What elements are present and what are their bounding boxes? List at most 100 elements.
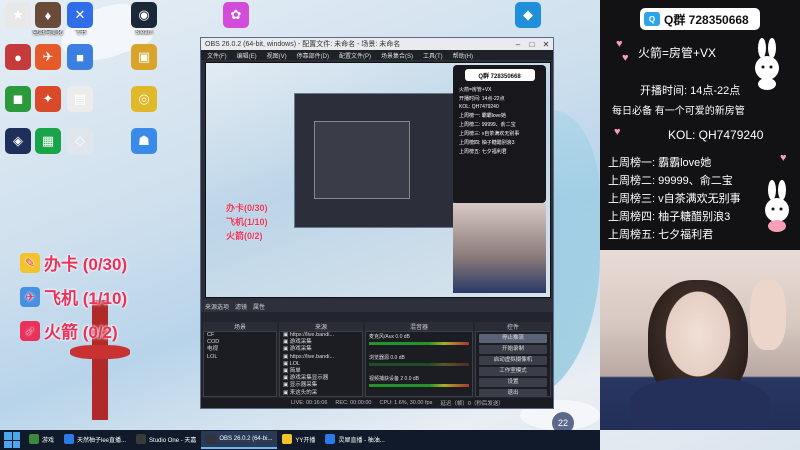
control-button[interactable]: 工作室模式 [479,367,547,376]
obs-preview[interactable]: Q群 728350668 火箭=房管+VX 开播时间: 14点-22点 KOL: Q… [205,62,551,298]
desktop-icon-steam[interactable]: ◉ Steam [116,2,172,37]
dock-tab[interactable]: 滤镜 [235,302,247,311]
obs-status-bar: LIVE: 00:16:06 REC: 00:00:00 CPU: 1.6%, 30… [201,398,553,408]
control-button[interactable]: 设置 [479,378,547,387]
steam-icon: ◉ [131,2,157,28]
desktop-icon-feishu[interactable]: ✕ 飞书 [52,2,108,37]
mixer-channel-label: 视频捕获设备 2 0.0 dB [369,376,420,382]
preview-info-line: 上周榜三: v自茶满欢无别事 [459,131,520,137]
source-item[interactable]: ▣ 游戏采集 [280,346,362,353]
qq-group-text: Q群 728350668 [664,12,749,27]
dock-tab[interactable]: 属性 [253,302,265,311]
app5-icon: ■ [67,44,93,70]
doc-icon: ▤ [67,86,93,112]
taskbar-games[interactable]: 游戏 [24,431,59,449]
obs-menu-item[interactable]: 工具(T) [423,51,443,60]
taskbar-obs[interactable]: OBS 26.0.2 (64-bi... [201,431,278,449]
desktop-icon-app6[interactable]: ◎ [116,86,172,114]
source-item[interactable]: ▣ 来这头的采 [280,390,362,396]
taskbar-live[interactable]: 灵犀直播 - 柚油... [320,431,389,449]
live-icon [325,434,336,444]
taskbar-item-label: 灵犀直播 - 柚油... [338,437,385,444]
counter-card: ✎ 办卡 (0/30) [20,250,127,275]
desktop-icon-folder[interactable]: ▣ [116,44,172,72]
desktop-icon-app9[interactable]: ☗ [116,128,172,156]
folder-icon: ▣ [131,44,157,70]
card-icon: ✎ [20,252,40,273]
preview-nested-obs-inner [314,121,410,199]
desktop-icon-doc[interactable]: ▤ [52,86,108,114]
plane-icon: ✈ [20,286,40,307]
mixer-channel[interactable]: 浏览器源 0.0 dB [366,353,472,374]
games-icon [29,434,39,444]
obs-menu-item[interactable]: 配置文件(P) [339,51,371,60]
obs-menu-item[interactable]: 停靠部件(D) [297,51,329,60]
preview-webcam [453,203,546,293]
taskbar-yy[interactable]: YY开播 [277,431,320,449]
heart-icon: ♥ [780,152,787,164]
control-button[interactable]: 停止推流 [479,334,547,343]
obs-menu-item[interactable]: 文件(F) [207,51,227,60]
volume-meter[interactable] [369,342,469,345]
scene-item[interactable]: LOL [204,354,276,361]
status-item: LIVE: 00:16:06 [291,400,328,406]
desktop-icon-label: 飞书 [73,30,86,36]
rank-3: 上周榜三: v自茶满欢无别事 [608,193,741,205]
dock-tab[interactable]: 来源选项 [205,302,229,311]
mixer-channel[interactable]: 麦克风/Aux 0.0 dB [366,332,472,353]
mixer-channel[interactable]: 视频捕获设备 2 0.0 dB [366,374,472,395]
preview-counter-card: 办卡(0/30) [226,203,268,213]
scene-item[interactable]: 电视 [204,346,276,353]
heart-icon: ♥ [616,38,623,50]
obs-icon [206,434,217,444]
close-icon[interactable]: ✕ [539,40,553,49]
source-item[interactable]: ▣ https://live.bandi... [280,354,362,361]
studio-one-icon [136,434,147,444]
status-item: REC: 00:00:00 [335,400,372,406]
taskbar-browser[interactable]: 天然柚子lee直播... [59,431,131,449]
preview-info-line: 上周榜一: 霸霸love她 [459,113,506,119]
source-item[interactable]: ▣ LOL [280,361,362,368]
obs-menu-item[interactable]: 场景集合(S) [381,51,413,60]
audio-mixer[interactable]: 麦克风/Aux 0.0 dB 浏览器源 0.0 dB 视频捕获设备 2 0.0 dB… [365,331,473,397]
obs-window[interactable]: OBS 26.0.2 (64-bit, windows) - 配置文件: 未命名… [200,37,554,409]
maximize-icon[interactable]: □ [525,40,539,49]
desktop-icon-app2[interactable]: ◆ [500,2,556,30]
status-item: CPU: 1.6%, 30.00 fps [379,400,433,406]
status-item: 延迟（帧）0（秒后发送） [440,401,504,407]
source-item[interactable]: ▣ 显示器采集 [280,382,362,389]
desktop-icon-wallpaper-engine[interactable]: ◇ [52,128,108,156]
minimize-icon[interactable]: – [511,40,525,49]
controls-panel[interactable]: 停止推流开始录制启动虚拟摄像机 工作室模式设置退出 [475,331,551,397]
scenes-list[interactable]: CF COD 电视 LOL [203,331,277,397]
obs-menu-item[interactable]: 编辑(E) [237,51,257,60]
preview-info-line: 上周榜四: 柚子糖醋别浪3 [459,140,515,146]
volume-meter[interactable] [369,384,469,387]
preview-counter-plane: 飞机(1/10) [226,217,268,227]
qq-icon: Q [644,12,660,26]
sources-list[interactable]: ▣ https://live.bandi... ▣ 游戏采集 ▣ 游戏采集 ▣ htt… [279,331,363,397]
mixer-channel[interactable]: 桌面音频 0.0 dB [366,395,472,397]
browser-icon [64,434,75,444]
desktop-icon-app[interactable]: ✿ [208,2,264,30]
dock-tabs: 来源选项 滤镜 属性 [201,300,553,312]
taskbar-item-label: OBS 26.0.2 (64-bi... [219,436,273,442]
scene-item[interactable]: CF [204,332,276,339]
controls-header: 控件 [475,322,551,331]
obs-menu-item[interactable]: 视图(V) [267,51,287,60]
wallpaper-red-ring [70,345,130,359]
counter-plane: ✈ 飞机 (1/10) [20,284,127,309]
taskbar-studio-one[interactable]: Studio One - 天嘉 [131,431,201,449]
control-button[interactable]: 开始录制 [479,345,547,354]
app-icon: ✿ [223,2,249,28]
control-button[interactable]: 启动虚拟摄像机 [479,356,547,365]
obs-title-bar[interactable]: OBS 26.0.2 (64-bit, windows) - 配置文件: 未命名… [201,38,553,50]
obs-menu-item[interactable]: 帮助(H) [453,51,473,60]
obs-title: OBS 26.0.2 (64-bit, windows) - 配置文件: 未命名… [205,41,401,48]
control-button[interactable]: 退出 [479,389,547,396]
windows-start-icon[interactable] [4,432,20,448]
volume-meter[interactable] [369,363,469,366]
bunny-icon [755,38,779,90]
mixer-channel-label: 桌面音频 0.0 dB [369,396,469,397]
desktop-icon-app5[interactable]: ■ [52,44,108,72]
